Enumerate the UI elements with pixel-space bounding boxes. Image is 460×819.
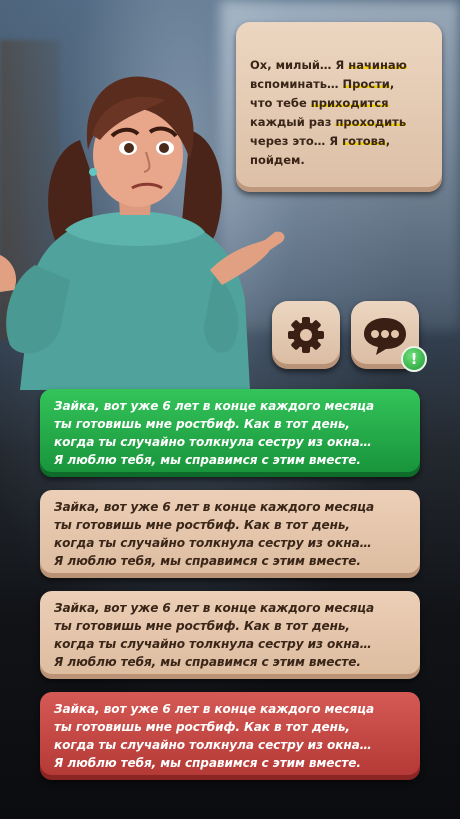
choice-line: когда ты случайно толкнула сестру из окн… [54, 738, 372, 752]
dialogue-choice-2[interactable]: Зайка, вот уже 6 лет в конце каждого мес… [40, 490, 420, 578]
highlighted-word: готова [342, 134, 386, 148]
choice-line: Зайка, вот уже 6 лет в конце каждого мес… [54, 500, 375, 514]
highlighted-word: проходить [335, 115, 407, 129]
dialogue-speech-bubble: Ох, милый… Я начинаю вспоминать… Прости,… [236, 22, 442, 192]
chat-bubble-icon [364, 318, 406, 355]
speech-line: через это… Я готова, [250, 134, 391, 148]
dialogue-choice-1[interactable]: Зайка, вот уже 6 лет в конце каждого мес… [40, 389, 420, 477]
choice-line: когда ты случайно толкнула сестру из окн… [54, 637, 372, 651]
choice-line: когда ты случайно толкнула сестру из окн… [54, 536, 372, 550]
choice-line: ты готовишь мне ростбиф. Как в тот день, [54, 619, 350, 633]
speech-line: каждый раз проходить [250, 115, 407, 129]
choice-line: ты готовишь мне ростбиф. Как в тот день, [54, 518, 350, 532]
highlighted-word: начинаю [348, 58, 407, 72]
speech-line: Ох, милый… Я начинаю [250, 58, 407, 72]
speech-line: что тебе приходится [250, 96, 389, 110]
settings-button[interactable] [272, 301, 340, 369]
choice-line: когда ты случайно толкнула сестру из окн… [54, 435, 372, 449]
choice-line: Я люблю тебя, мы справимся с этим вместе… [54, 756, 361, 770]
choice-line: Зайка, вот уже 6 лет в конце каждого мес… [54, 399, 375, 413]
notification-badge: ! [401, 346, 427, 372]
dialogue-choice-4[interactable]: Зайка, вот уже 6 лет в конце каждого мес… [40, 692, 420, 780]
choice-line: Я люблю тебя, мы справимся с этим вместе… [54, 554, 361, 568]
choice-line: ты готовишь мне ростбиф. Как в тот день, [54, 417, 350, 431]
choice-line: Я люблю тебя, мы справимся с этим вместе… [54, 453, 361, 467]
gear-icon [288, 317, 324, 353]
choice-line: Я люблю тебя, мы справимся с этим вместе… [54, 655, 361, 669]
highlighted-word: Прости [342, 77, 390, 91]
speech-line: пойдем. [250, 153, 305, 167]
choice-line: ты готовишь мне ростбиф. Как в тот день, [54, 720, 350, 734]
game-scene: Ох, милый… Я начинаю вспоминать… Прости,… [0, 0, 460, 819]
highlighted-word: приходится [310, 96, 389, 110]
choice-line: Зайка, вот уже 6 лет в конце каждого мес… [54, 702, 375, 716]
speech-line: вспоминать… Прости, [250, 77, 395, 91]
dialogue-choice-3[interactable]: Зайка, вот уже 6 лет в конце каждого мес… [40, 591, 420, 679]
choice-line: Зайка, вот уже 6 лет в конце каждого мес… [54, 601, 375, 615]
